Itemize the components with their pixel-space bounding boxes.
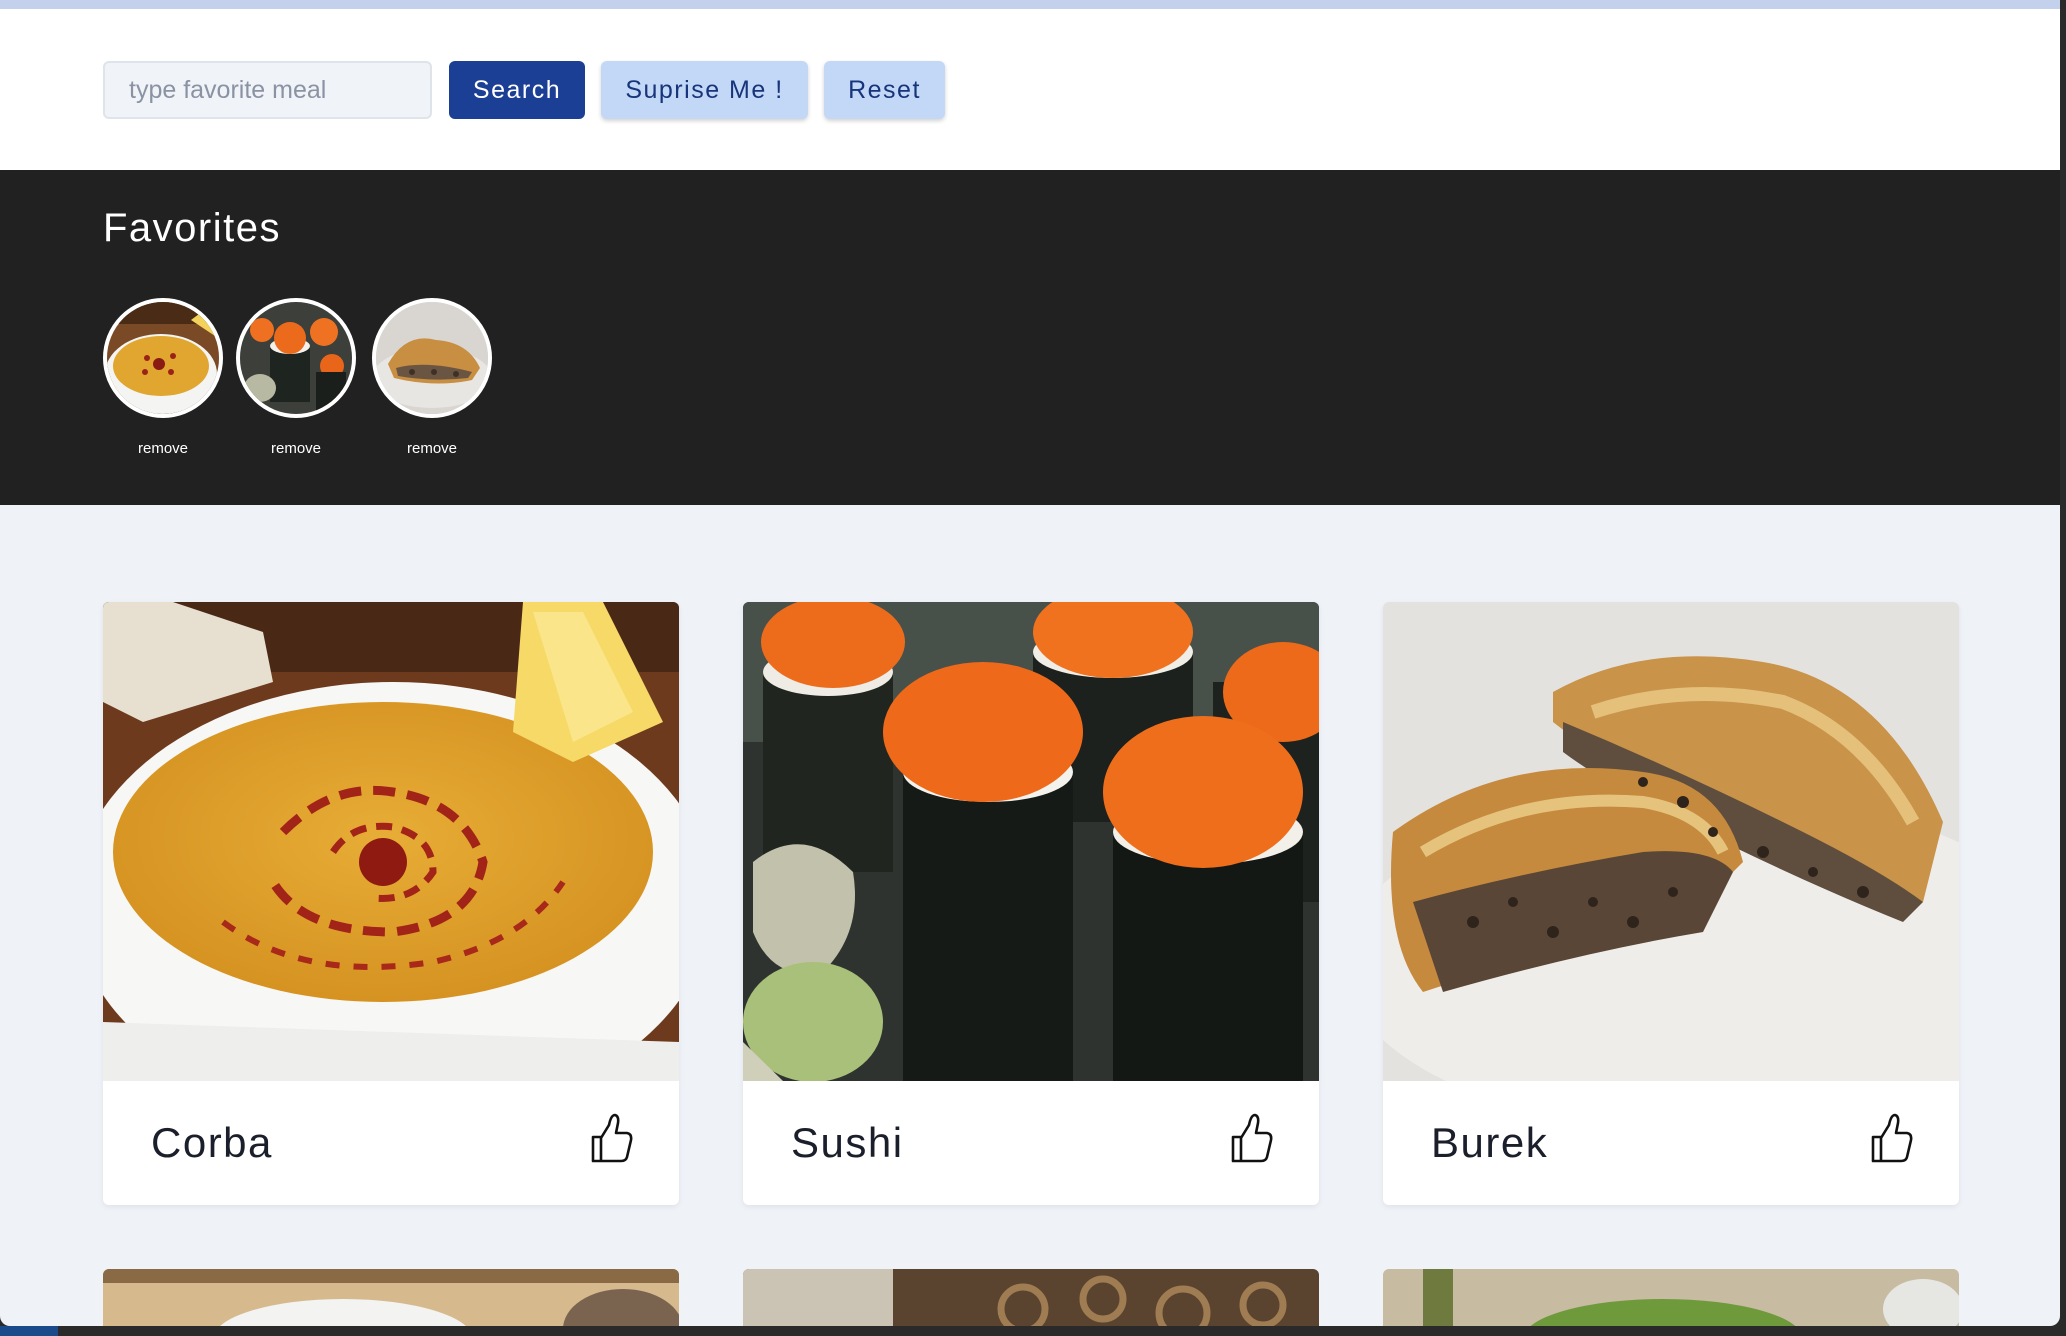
favorite-item-corba: remove <box>103 298 223 457</box>
burek-image <box>376 302 488 414</box>
favorite-thumbnail-burek[interactable] <box>372 298 492 418</box>
favorites-title: Favorites <box>103 206 281 250</box>
meal-image-corba <box>103 602 679 1081</box>
reset-button[interactable]: Reset <box>824 61 945 119</box>
meal-image-partial <box>743 1269 1319 1326</box>
corba-soup-image <box>107 302 219 414</box>
meal-card-partial[interactable] <box>103 1269 679 1326</box>
meal-card-burek: Burek <box>1383 602 1959 1205</box>
search-header: Search Suprise Me ! Reset <box>0 9 2060 170</box>
remove-favorite-link[interactable]: remove <box>103 440 223 457</box>
meal-card-partial[interactable] <box>1383 1269 1959 1326</box>
meal-title: Corba <box>151 1119 273 1166</box>
favorite-item-burek: remove <box>372 298 492 457</box>
surprise-me-button[interactable]: Suprise Me ! <box>601 61 808 119</box>
meal-image-burek <box>1383 602 1959 1081</box>
remove-favorite-link[interactable]: remove <box>236 440 356 457</box>
corba-soup-image <box>103 602 679 1081</box>
meal-card-footer: Sushi <box>743 1081 1319 1205</box>
meal-title: Sushi <box>791 1119 904 1166</box>
search-button[interactable]: Search <box>449 61 585 119</box>
meal-card-sushi: Sushi <box>743 602 1319 1205</box>
top-accent-bar <box>0 0 2060 9</box>
app-viewport: Search Suprise Me ! Reset Favorites <box>0 0 2060 1326</box>
taskbar-edge <box>0 1326 58 1336</box>
meal-image-partial <box>103 1269 679 1326</box>
thumbs-up-icon[interactable] <box>1225 1111 1273 1165</box>
meal-title: Burek <box>1431 1119 1549 1166</box>
thumbs-up-icon[interactable] <box>1865 1111 1913 1165</box>
sushi-image <box>240 302 352 414</box>
burek-image <box>1383 602 1959 1081</box>
favorite-thumbnail-corba[interactable] <box>103 298 223 418</box>
remove-favorite-link[interactable]: remove <box>372 440 492 457</box>
favorite-thumbnail-sushi[interactable] <box>236 298 356 418</box>
meal-card-partial[interactable] <box>743 1269 1319 1326</box>
search-input[interactable] <box>103 61 432 119</box>
thumbs-up-icon[interactable] <box>585 1111 633 1165</box>
favorite-item-sushi: remove <box>236 298 356 457</box>
sushi-image <box>743 602 1319 1081</box>
meal-card-footer: Burek <box>1383 1081 1959 1205</box>
meal-card-corba: Corba <box>103 602 679 1205</box>
meal-image-partial <box>1383 1269 1959 1326</box>
favorites-section: Favorites remove remove remove <box>0 170 2060 505</box>
meal-image-sushi <box>743 602 1319 1081</box>
meal-card-footer: Corba <box>103 1081 679 1205</box>
